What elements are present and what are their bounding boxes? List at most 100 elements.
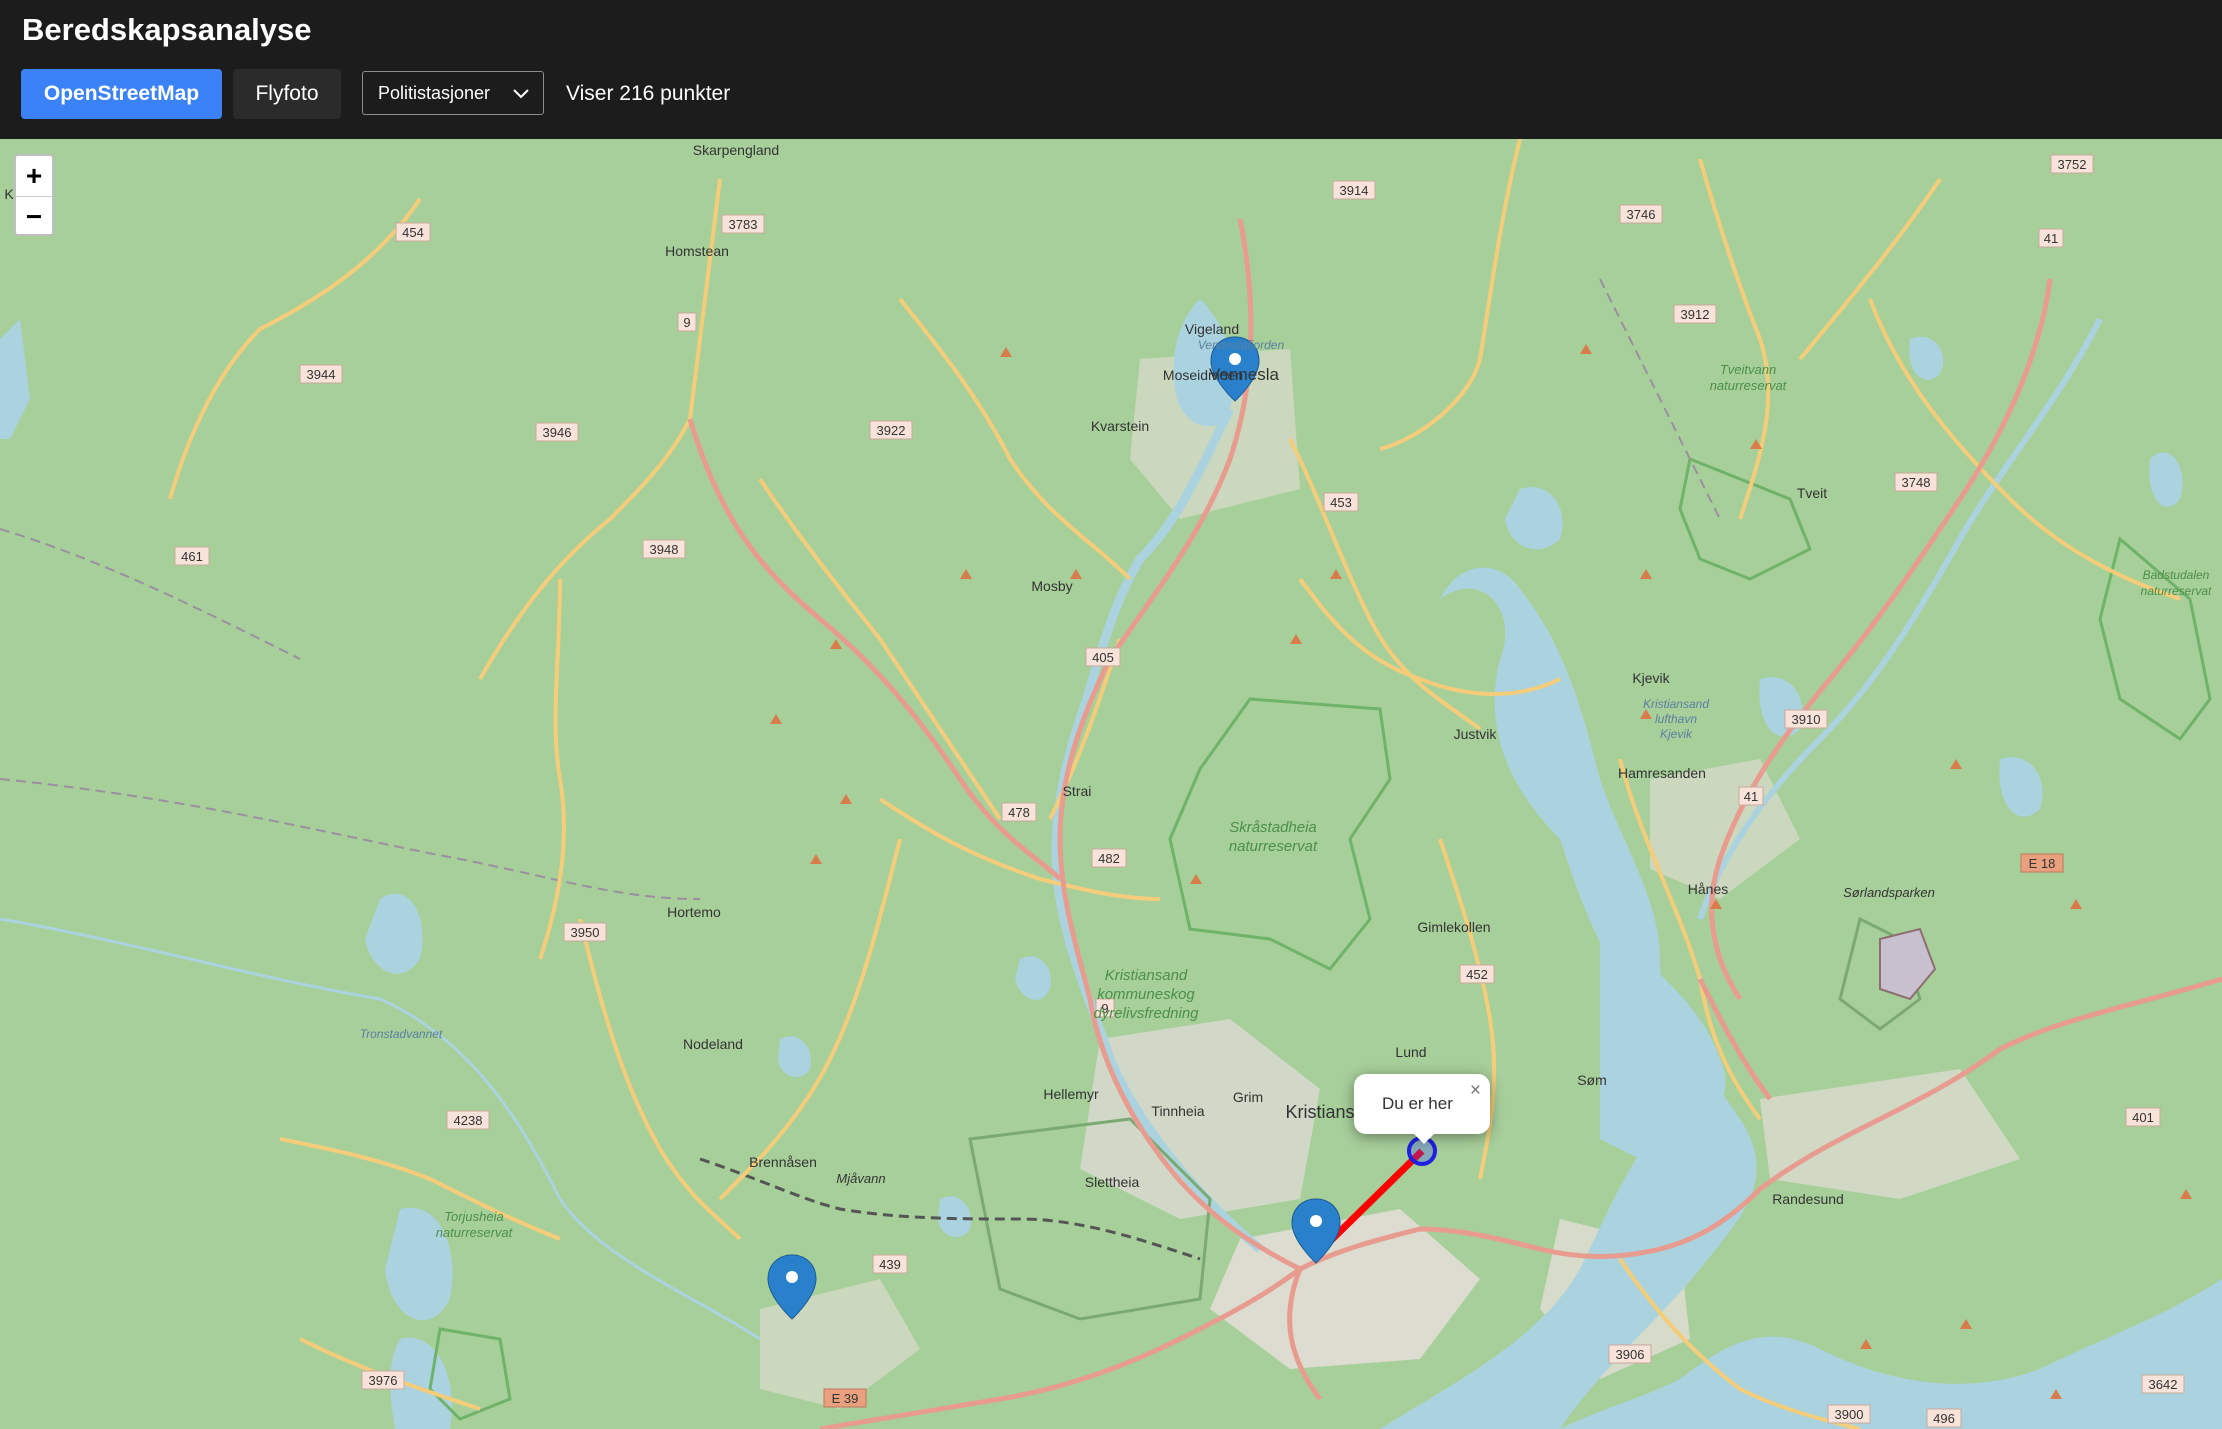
road-shield-e39: E 39 — [823, 1388, 867, 1408]
label-justvik: Justvik — [1454, 726, 1498, 742]
label-som: Søm — [1577, 1072, 1607, 1088]
label-kjevik: Kjevik — [1632, 670, 1670, 686]
label-badstudalen-type: naturreservat — [2141, 584, 2212, 598]
road-shield-3948: 3948 — [642, 539, 686, 559]
svg-text:3642: 3642 — [2149, 1377, 2178, 1392]
road-shield-452: 452 — [1459, 964, 1495, 984]
point-count-label: Viser 216 punkter — [566, 82, 731, 105]
svg-text:3746: 3746 — [1627, 207, 1656, 222]
svg-text:3748: 3748 — [1902, 475, 1931, 490]
app-title: Beredskapsanalyse — [22, 12, 312, 47]
road-shield-3906: 3906 — [1608, 1344, 1652, 1364]
label-venneslafjorden: Venneslafjorden — [1198, 338, 1285, 352]
svg-text:461: 461 — [181, 549, 203, 564]
zoom-control: + − — [14, 154, 54, 236]
label-randesund: Randesund — [1772, 1191, 1844, 1207]
road-shield-41: 41 — [2038, 228, 2064, 248]
svg-text:3912: 3912 — [1681, 307, 1710, 322]
popup-text: Du er her — [1382, 1094, 1453, 1113]
close-icon[interactable]: × — [1470, 1080, 1481, 1102]
road-shield-3922: 3922 — [869, 420, 913, 440]
road-shield-4238: 4238 — [446, 1110, 490, 1130]
svg-text:496: 496 — [1933, 1411, 1955, 1426]
svg-text:3906: 3906 — [1616, 1347, 1645, 1362]
road-shield-496: 496 — [1926, 1408, 1962, 1428]
svg-text:3783: 3783 — [729, 217, 758, 232]
road-shield-3950: 3950 — [563, 922, 607, 942]
label-lufthavn-3: Kjevik — [1660, 727, 1693, 741]
zoom-in-button[interactable]: + — [16, 156, 52, 197]
road-shield-3642: 3642 — [2141, 1374, 2185, 1394]
svg-text:E 18: E 18 — [2029, 856, 2056, 871]
svg-text:3944: 3944 — [307, 367, 336, 382]
label-tronstadvannet: Tronstadvannet — [360, 1027, 443, 1041]
svg-text:3950: 3950 — [571, 925, 600, 940]
road-shield-482: 482 — [1091, 848, 1127, 868]
label-skrastadheia: Skråstadheia — [1229, 819, 1317, 836]
label-dyrelivs-1: Kristiansand — [1105, 967, 1188, 984]
road-shield-3748: 3748 — [1894, 472, 1938, 492]
label-lund: Lund — [1395, 1044, 1426, 1060]
label-strai: Strai — [1063, 783, 1092, 799]
label-hellemyr: Hellemyr — [1043, 1086, 1099, 1102]
road-shield-3910: 3910 — [1784, 709, 1828, 729]
label-grim: Grim — [1233, 1089, 1263, 1105]
road-shield-3912: 3912 — [1673, 304, 1717, 324]
label-homstean: Homstean — [665, 243, 729, 259]
location-popup: Du er her × — [1354, 1074, 1490, 1144]
road-shield-454: 454 — [395, 222, 431, 242]
svg-text:453: 453 — [1330, 495, 1352, 510]
label-skarpengland: Skarpengland — [693, 142, 779, 158]
chevron-down-icon — [513, 89, 529, 99]
svg-text:41: 41 — [2044, 231, 2058, 246]
road-shield-401: 401 — [2125, 1107, 2161, 1127]
svg-text:452: 452 — [1466, 967, 1488, 982]
label-mjovann: Mjåvann — [836, 1171, 885, 1186]
road-shield-3752: 3752 — [2050, 154, 2094, 174]
map-canvas[interactable]: 454 3783 9 3944 3946 3922 461 3948 3914 … — [0, 139, 2222, 1429]
label-skrastadheia-type: naturreservat — [1229, 838, 1318, 855]
label-tveitvann: Tveitvann — [1720, 362, 1776, 377]
label-gimlekollen: Gimlekollen — [1417, 919, 1490, 935]
road-shield-3746: 3746 — [1619, 204, 1663, 224]
zoom-out-button[interactable]: − — [16, 197, 52, 237]
label-vigeland: Vigeland — [1185, 321, 1239, 337]
label-dyrelivs-3: dyrelivsfredning — [1093, 1005, 1199, 1022]
road-shield-3914: 3914 — [1332, 180, 1376, 200]
svg-text:3946: 3946 — [543, 425, 572, 440]
road-shield-41-south: 41 — [1738, 786, 1764, 806]
road-shield-3900: 3900 — [1827, 1404, 1871, 1424]
svg-text:482: 482 — [1098, 851, 1120, 866]
category-select-value: Politistasjoner — [378, 82, 491, 103]
road-shield-453: 453 — [1323, 492, 1359, 512]
label-nodeland: Nodeland — [683, 1036, 743, 1052]
road-shield-478: 478 — [1001, 802, 1037, 822]
svg-text:41: 41 — [1744, 789, 1758, 804]
flyfoto-layer-button[interactable]: Flyfoto — [233, 69, 341, 119]
svg-text:3752: 3752 — [2058, 157, 2087, 172]
svg-text:439: 439 — [879, 1257, 901, 1272]
label-hortemo: Hortemo — [667, 904, 721, 920]
openstreetmap-layer-button[interactable]: OpenStreetMap — [21, 69, 222, 119]
label-tinnheia: Tinnheia — [1151, 1103, 1204, 1119]
svg-text:3914: 3914 — [1340, 183, 1369, 198]
label-lufthavn-1: Kristiansand — [1643, 697, 1709, 711]
road-shield-9: 9 — [677, 312, 697, 332]
road-shield-439: 439 — [872, 1254, 908, 1274]
label-brennasen: Brennåsen — [749, 1154, 817, 1170]
label-hamresanden: Hamresanden — [1618, 765, 1706, 781]
road-shield-3783: 3783 — [721, 214, 765, 234]
svg-text:454: 454 — [402, 225, 424, 240]
label-torjusheia: Torjusheia — [444, 1209, 504, 1224]
label-hanes: Hånes — [1688, 881, 1728, 897]
svg-text:4238: 4238 — [454, 1113, 483, 1128]
svg-text:3922: 3922 — [877, 423, 906, 438]
label-dyrelivs-2: kommuneskog — [1097, 986, 1195, 1003]
svg-text:401: 401 — [2132, 1110, 2154, 1125]
road-shield-461: 461 — [174, 546, 210, 566]
label-tveitvann-type: naturreservat — [1710, 378, 1788, 393]
category-select[interactable]: Politistasjoner — [362, 71, 544, 115]
label-lufthavn-2: lufthavn — [1655, 712, 1697, 726]
top-toolbar: Beredskapsanalyse OpenStreetMap Flyfoto … — [0, 0, 2222, 139]
label-slettheia: Slettheia — [1085, 1174, 1140, 1190]
